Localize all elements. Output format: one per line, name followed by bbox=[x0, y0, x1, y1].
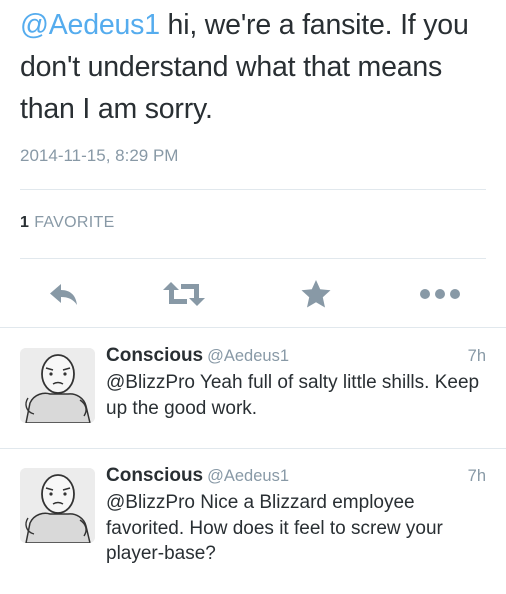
reply-tweet[interactable]: Conscious @Aedeus1 7h @BlizzPro Yeah full… bbox=[0, 328, 506, 448]
reply-tweet[interactable]: Conscious @Aedeus1 7h @BlizzPro Nice a Bl… bbox=[0, 448, 506, 568]
favorites-count: 1 bbox=[20, 214, 30, 231]
retweet-button[interactable] bbox=[160, 272, 208, 316]
reply-author-handle[interactable]: @Aedeus1 bbox=[207, 467, 289, 485]
avatar[interactable] bbox=[20, 348, 95, 423]
reply-timestamp: 7h bbox=[467, 467, 486, 485]
favorite-button[interactable] bbox=[292, 272, 340, 316]
more-icon bbox=[420, 289, 460, 299]
reply-author-name[interactable]: Conscious bbox=[106, 345, 203, 366]
favorites-count-row[interactable]: 1 FAVORITE bbox=[20, 214, 115, 232]
reply-header: Conscious @Aedeus1 7h bbox=[106, 464, 486, 488]
retweet-icon bbox=[163, 282, 205, 306]
tweet-mention-link[interactable]: @Aedeus1 bbox=[20, 9, 160, 41]
tweet-text: @Aedeus1 hi, we're a fansite. If you don… bbox=[20, 4, 490, 130]
reply-button[interactable] bbox=[40, 272, 88, 316]
more-button[interactable] bbox=[416, 272, 464, 316]
favorites-label: FAVORITE bbox=[34, 214, 115, 231]
divider bbox=[20, 258, 486, 259]
reply-icon bbox=[50, 284, 77, 305]
reply-author-handle[interactable]: @Aedeus1 bbox=[207, 347, 289, 365]
star-icon bbox=[301, 280, 331, 308]
reply-timestamp: 7h bbox=[467, 347, 486, 365]
avatar-image bbox=[20, 468, 95, 543]
reply-text: @BlizzPro Yeah full of salty little shil… bbox=[106, 372, 480, 419]
tweet-actions-bar bbox=[0, 272, 506, 316]
tweet-timestamp: 2014-11-15, 8:29 PM bbox=[20, 146, 179, 165]
reply-header: Conscious @Aedeus1 7h bbox=[106, 344, 486, 368]
avatar[interactable] bbox=[20, 468, 95, 543]
avatar-image bbox=[20, 348, 95, 423]
reply-text: @BlizzPro Nice a Blizzard employee favor… bbox=[106, 492, 443, 564]
reply-author-name[interactable]: Conscious bbox=[106, 465, 203, 486]
divider bbox=[20, 189, 486, 190]
tweet-detail-screen: @Aedeus1 hi, we're a fansite. If you don… bbox=[0, 0, 506, 594]
